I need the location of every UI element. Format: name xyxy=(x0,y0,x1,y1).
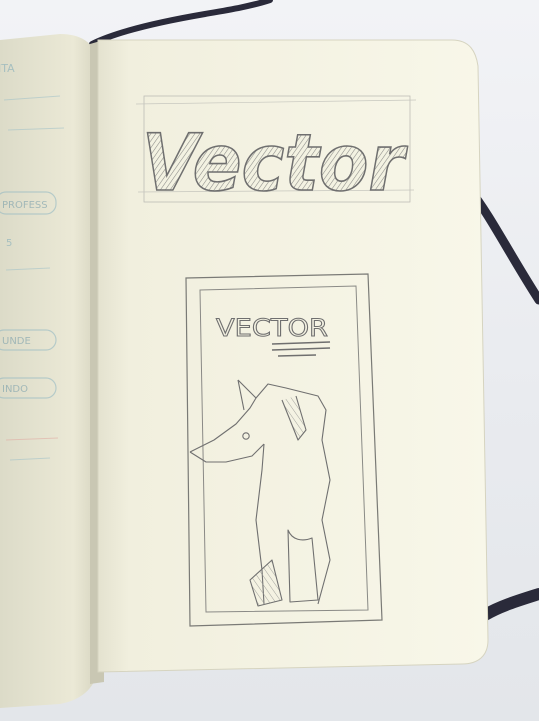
ribbon-bottom xyxy=(479,588,539,621)
notebook-photo: ITA PROFESS 5 UNDE INDO Vector xyxy=(0,0,539,721)
notebook-illustration: ITA PROFESS 5 UNDE INDO Vector xyxy=(0,0,539,708)
left-page xyxy=(0,34,98,708)
note-line: 5 xyxy=(6,238,12,249)
ribbon-top xyxy=(89,0,273,47)
note-line: INDO xyxy=(2,384,28,395)
note-line: ITA xyxy=(0,62,15,75)
note-line: PROFESS xyxy=(2,200,48,211)
note-line: UNDE xyxy=(2,336,31,347)
poster-heading: VECTOR xyxy=(216,314,328,342)
title-lettering: Vector xyxy=(142,119,408,209)
